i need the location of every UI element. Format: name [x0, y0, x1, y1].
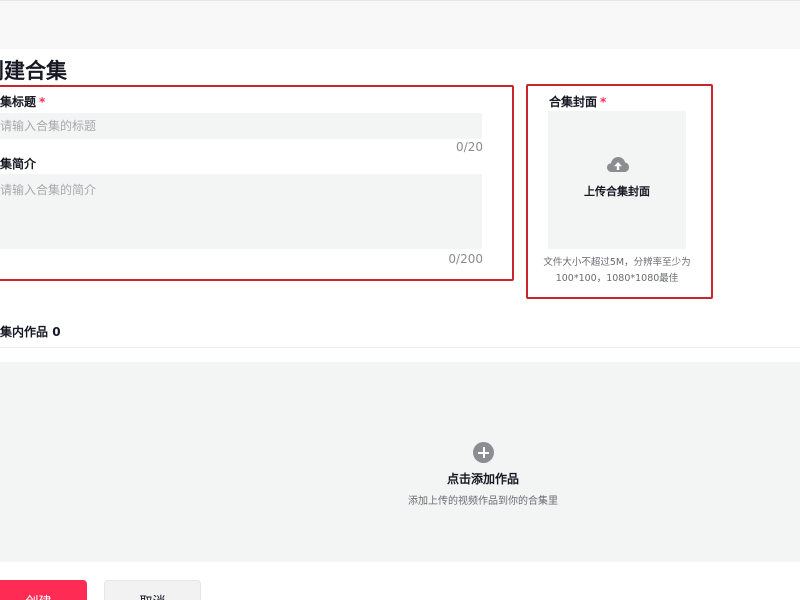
intro-field-label: 合集简介: [0, 157, 37, 171]
cover-upload-text: 上传合集封面: [584, 185, 650, 198]
works-section-label: 合集内作品 0: [0, 323, 61, 340]
title-input[interactable]: [0, 113, 482, 139]
cover-upload-button[interactable]: [548, 111, 686, 249]
page-title: 创建合集: [0, 59, 67, 83]
add-works-subtitle: 添加上传的视频作品到你的合集里: [408, 496, 558, 507]
works-count: 0: [52, 325, 61, 339]
divider: [0, 347, 800, 348]
add-works-dropzone[interactable]: [0, 362, 800, 562]
required-mark: *: [600, 95, 607, 109]
create-collection-page: 创建合集 合集标题* 0/20 合集简介 0/200 合集封面* 上传合集封面 …: [0, 0, 800, 600]
intro-char-counter: 0/200: [448, 252, 483, 266]
cover-size-hint: 文件大小不超过5M，分辨率至少为100*100，1080*1080最佳: [543, 257, 691, 284]
plus-circle-icon: [473, 442, 494, 463]
add-works-title: 点击添加作品: [446, 472, 519, 486]
top-bar: [0, 0, 800, 49]
title-field-label: 合集标题*: [0, 93, 45, 110]
cover-field-label: 合集封面 *: [549, 93, 606, 110]
create-button[interactable]: 创建: [0, 580, 87, 600]
intro-textarea[interactable]: [0, 174, 482, 249]
works-label-text: 合集内作品: [0, 325, 49, 339]
title-label-text: 合集标题: [0, 95, 37, 109]
cancel-button[interactable]: 取消: [104, 580, 201, 600]
cover-label-text: 合集封面: [549, 95, 598, 109]
required-mark: *: [39, 95, 46, 109]
cloud-upload-icon: [607, 157, 629, 172]
title-char-counter: 0/20: [456, 140, 483, 154]
